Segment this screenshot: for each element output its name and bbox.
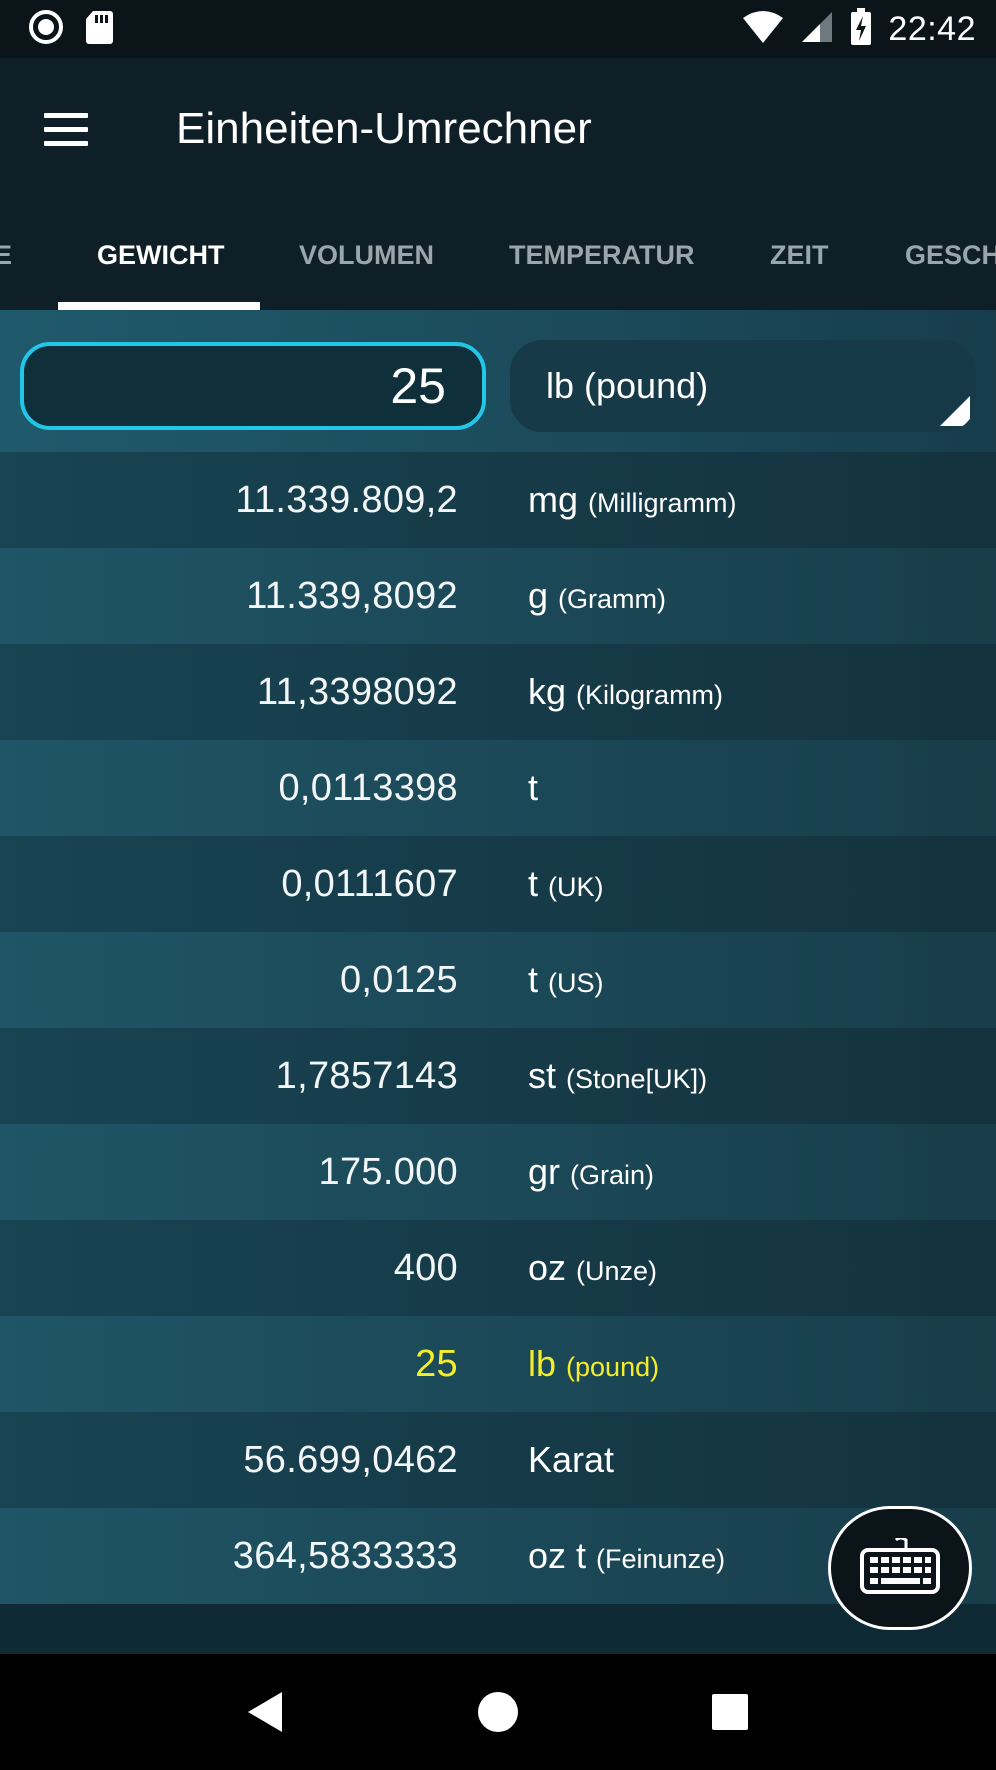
result-value: 1,7857143 (275, 1054, 458, 1097)
result-value: 56.699,0462 (243, 1438, 458, 1481)
result-row-g[interactable]: 11.339,8092 g (Gramm) (0, 548, 996, 644)
input-row: 25 lb (pound) (0, 310, 996, 452)
sd-card-icon (84, 9, 114, 50)
result-value: 11.339.809,2 (235, 478, 458, 521)
tab-zeit[interactable]: ZEIT (770, 200, 829, 310)
result-unit: gr (Grain) (528, 1151, 655, 1192)
navigation-bar (0, 1654, 996, 1770)
hamburger-menu-icon[interactable] (44, 105, 92, 153)
home-icon[interactable] (468, 1682, 528, 1742)
tab-indicator (58, 302, 260, 310)
result-unit: g (Gramm) (528, 575, 667, 616)
tab-laenge[interactable]: E (0, 200, 12, 310)
status-right-icons: 22:42 (742, 7, 976, 51)
result-unit: t (528, 767, 539, 808)
result-value: 0,0113398 (278, 766, 458, 809)
result-unit: oz (Unze) (528, 1247, 658, 1288)
result-row-lb[interactable]: 25 lb (pound) (0, 1316, 996, 1412)
signal-icon (800, 10, 834, 49)
results-list: 11.339.809,2 mg (Milligramm) 11.339,8092 … (0, 452, 996, 1654)
result-value: 0,0125 (339, 958, 458, 1001)
status-bar: 22:42 (0, 0, 996, 58)
result-unit: st (Stone[UK]) (528, 1055, 708, 1096)
dropdown-corner-icon (940, 396, 970, 426)
battery-charging-icon (850, 7, 872, 51)
result-row-t-uk[interactable]: 0,0111607 t (UK) (0, 836, 996, 932)
tab-bar: E GEWICHT VOLUMEN TEMPERATUR ZEIT GESCH (0, 200, 996, 310)
tab-volumen[interactable]: VOLUMEN (299, 200, 434, 310)
unit-dropdown[interactable]: lb (pound) (510, 340, 976, 432)
unit-dropdown-label: lb (pound) (546, 365, 709, 406)
result-unit: Karat (528, 1439, 615, 1480)
result-unit: t (US) (528, 959, 604, 1000)
tab-geschwindigkeit[interactable]: GESCH (905, 200, 996, 310)
app-title: Einheiten-Umrechner (176, 104, 592, 153)
toolbar: Einheiten-Umrechner (0, 58, 996, 200)
value-input[interactable]: 25 (20, 342, 486, 430)
record-icon (28, 9, 64, 50)
keyboard-button[interactable] (828, 1506, 972, 1630)
back-icon[interactable] (236, 1682, 296, 1742)
result-row-t-us[interactable]: 0,0125 t (US) (0, 932, 996, 1028)
result-row-t[interactable]: 0,0113398 t (0, 740, 996, 836)
result-unit: oz t (Feinunze) (528, 1535, 726, 1576)
result-unit: t (UK) (528, 863, 604, 904)
result-row-st[interactable]: 1,7857143 st (Stone[UK]) (0, 1028, 996, 1124)
result-row-oz[interactable]: 400 oz (Unze) (0, 1220, 996, 1316)
result-value: 175.000 (318, 1150, 458, 1193)
result-value: 11.339,8092 (246, 574, 458, 617)
tab-gewicht[interactable]: GEWICHT (97, 200, 225, 310)
result-unit: lb (pound) (528, 1343, 660, 1384)
status-left-icons (28, 9, 114, 50)
wifi-icon (742, 10, 784, 49)
result-unit: kg (Kilogramm) (528, 671, 724, 712)
status-time: 22:42 (888, 9, 976, 48)
recents-icon[interactable] (700, 1682, 760, 1742)
result-value: 0,0111607 (281, 862, 458, 905)
tab-temperatur[interactable]: TEMPERATUR (509, 200, 695, 310)
result-value: 364,5833333 (232, 1534, 458, 1577)
result-row-gr[interactable]: 175.000 gr (Grain) (0, 1124, 996, 1220)
result-row-mg[interactable]: 11.339.809,2 mg (Milligramm) (0, 452, 996, 548)
result-value: 400 (393, 1246, 458, 1289)
result-row-kg[interactable]: 11,3398092 kg (Kilogramm) (0, 644, 996, 740)
result-value: 25 (415, 1342, 458, 1385)
result-value: 11,3398092 (257, 670, 458, 713)
result-unit: mg (Milligramm) (528, 479, 737, 520)
result-row-karat[interactable]: 56.699,0462 Karat (0, 1412, 996, 1508)
keyboard-icon (860, 1536, 940, 1599)
